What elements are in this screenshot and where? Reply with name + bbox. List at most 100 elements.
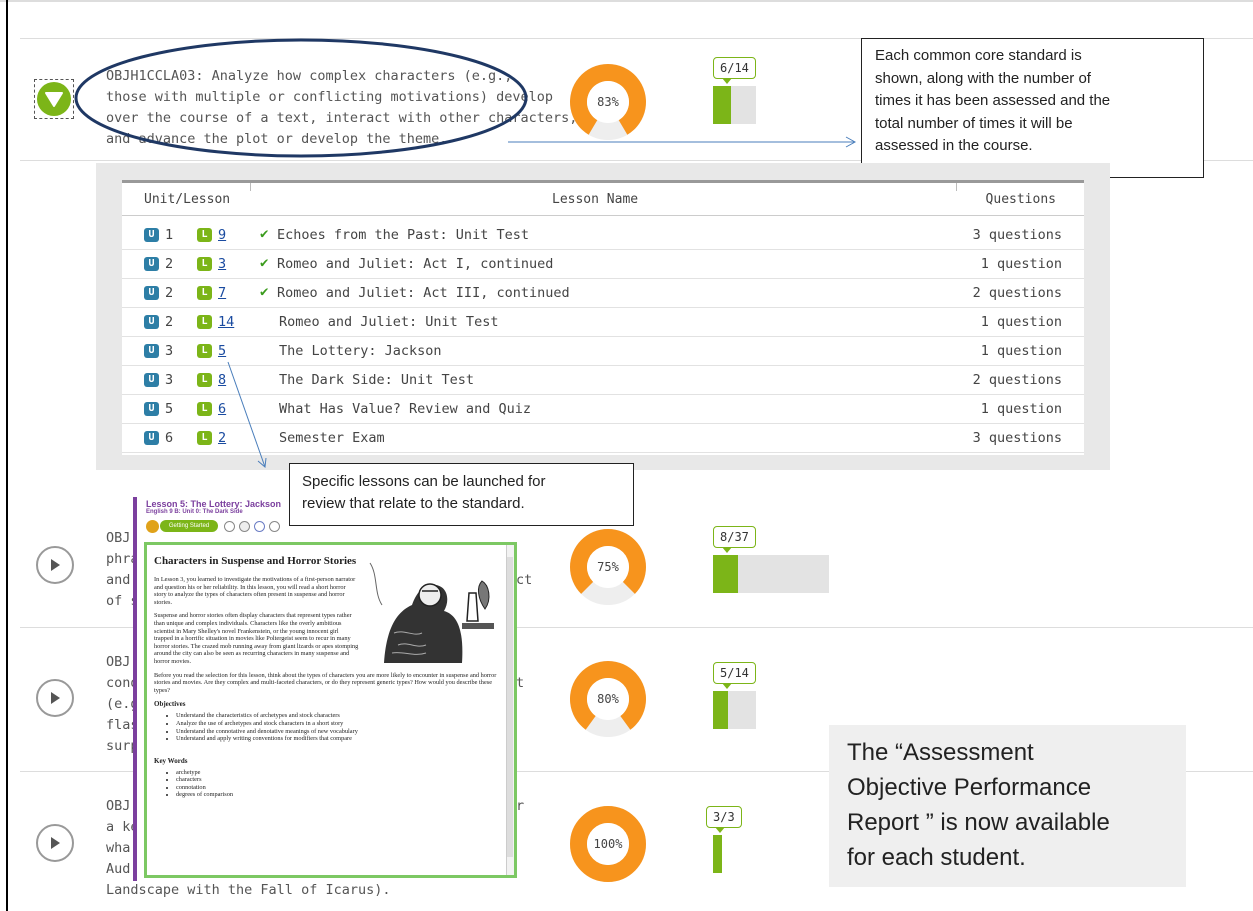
lesson-subtitle: English 9 B: Unit 0: The Dark Side [146, 509, 243, 515]
unit-badge: U [144, 344, 159, 358]
tab-icon[interactable] [239, 521, 250, 532]
checkmark-icon: ✔ [260, 255, 269, 271]
lesson-badge: L [197, 286, 212, 300]
expand-toggle-button[interactable] [36, 824, 74, 862]
objective-fragment: ct [516, 572, 533, 588]
unit-badge: U [144, 257, 159, 271]
unit-number: 2 [165, 256, 174, 272]
tab-icon[interactable] [254, 521, 265, 532]
header-divider [250, 183, 251, 191]
standard-callout: Each common core standard is shown, alon… [861, 38, 1204, 178]
question-count: 2 questions [972, 372, 1062, 388]
doc-objectives-heading: Objectives [154, 700, 186, 709]
lesson-badge: L [197, 373, 212, 387]
lesson-preview-window[interactable]: Lesson 5: The Lottery: Jackson English 9… [133, 497, 517, 881]
lesson-row[interactable]: U 1 L 9 ✔ Echoes from the Past: Unit Test 3 qu… [122, 221, 1084, 250]
doc-scrollbar[interactable] [506, 545, 514, 875]
bar-track [713, 835, 722, 873]
objective-item: Analyze the use of archetypes and stock … [176, 720, 503, 728]
unit-badge: U [144, 228, 159, 242]
doc-paragraph: Suspense and horror stories often displa… [154, 612, 359, 665]
highlight-ellipse [74, 38, 528, 158]
assessment-count: 8/37 [713, 526, 756, 553]
tab-icon[interactable] [269, 521, 280, 532]
callout-line: review that relate to the standard. [302, 495, 525, 512]
unit-number: 5 [165, 401, 174, 417]
unit-badge: U [144, 373, 159, 387]
score-percent: 83% [597, 95, 619, 109]
table-header: Unit/Lesson Lesson Name Questions [122, 183, 1084, 216]
header-questions: Questions [985, 192, 1056, 207]
play-icon [51, 837, 60, 849]
question-count: 3 questions [972, 430, 1062, 446]
expand-toggle-button[interactable] [36, 546, 74, 584]
question-count: 1 question [980, 314, 1062, 330]
lesson-name: Romeo and Juliet: Act III, continued [277, 285, 570, 301]
bar-fill [713, 555, 738, 593]
header-lesson-name: Lesson Name [552, 192, 639, 207]
lesson-name: The Lottery: Jackson [279, 343, 442, 359]
lesson-row[interactable]: U 5 L 6 What Has Value? Review and Quiz 1 que… [122, 395, 1084, 424]
lesson-arrow [227, 361, 267, 468]
question-count: 2 questions [972, 285, 1062, 301]
lesson-badge: L [197, 344, 212, 358]
unit-badge: U [144, 315, 159, 329]
tab-getting-started[interactable]: Getting Started [160, 520, 218, 532]
lesson-link[interactable]: 14 [218, 314, 234, 330]
lesson-badge: L [197, 431, 212, 445]
objective-item: Understand the connotative and denotativ… [176, 728, 503, 736]
lesson-row[interactable]: U 3 L 8 The Dark Side: Unit Test 2 questions [122, 366, 1084, 395]
unit-number: 1 [165, 227, 174, 243]
lesson-link[interactable]: 7 [218, 285, 226, 301]
callout-line: Specific lessons can be launched for [302, 473, 546, 490]
callout-line: times it has been assessed and the [875, 92, 1111, 109]
bar-fill [713, 835, 722, 873]
question-count: 1 question [980, 401, 1062, 417]
scroll-thumb[interactable] [507, 557, 513, 857]
expand-toggle-button[interactable] [34, 79, 74, 119]
lesson-link[interactable]: 5 [218, 343, 226, 359]
lesson-row[interactable]: U 2 L 14 Romeo and Juliet: Unit Test 1 questi… [122, 308, 1084, 337]
lesson-logo-icon [146, 520, 159, 533]
lesson-link[interactable]: 9 [218, 227, 226, 243]
score-gauge: 83% [568, 62, 648, 142]
lesson-row[interactable]: U 2 L 3 ✔ Romeo and Juliet: Act I, continued 1… [122, 250, 1084, 279]
lesson-badge: L [197, 315, 212, 329]
question-count: 1 question [980, 256, 1062, 272]
lesson-row[interactable]: U 6 L 2 Semester Exam 3 questions [122, 424, 1084, 453]
lesson-document[interactable]: Characters in Suspense and Horror Storie… [144, 542, 517, 878]
top-border [0, 0, 1253, 2]
lesson-link[interactable]: 8 [218, 372, 226, 388]
bar-track [713, 86, 756, 124]
callout-line: total number of times it will be [875, 114, 1073, 132]
lesson-link[interactable]: 6 [218, 401, 226, 417]
lesson-link[interactable]: 2 [218, 430, 226, 446]
header-divider [956, 183, 957, 191]
play-icon [51, 692, 60, 704]
lesson-row[interactable]: U 3 L 5 The Lottery: Jackson 1 question [122, 337, 1084, 366]
keyword-item: degrees of comparison [176, 791, 503, 799]
callout-line: Objective Performance [847, 774, 1092, 801]
question-count: 1 question [980, 343, 1062, 359]
tab-icon[interactable] [224, 521, 235, 532]
bar-track [713, 555, 829, 593]
checkmark-icon: ✔ [260, 226, 269, 242]
objective-item: Understand the characteristics of archet… [176, 712, 503, 720]
lesson-row[interactable]: U 2 L 7 ✔ Romeo and Juliet: Act III, continue… [122, 279, 1084, 308]
unit-badge: U [144, 286, 159, 300]
report-callout: The “Assessment Objective Performance Re… [829, 725, 1186, 887]
doc-title: Characters in Suspense and Horror Storie… [154, 555, 357, 567]
lesson-table: Unit/Lesson Lesson Name Questions U 1 L 9 ✔ E… [122, 180, 1084, 455]
callout-line: Report ” is now available [847, 809, 1110, 836]
play-icon [51, 559, 60, 571]
callout-line: shown, along with the number of [875, 69, 1091, 87]
doc-paragraph: In Lesson 3, you learned to investigate … [154, 576, 356, 606]
expand-toggle-button[interactable] [36, 679, 74, 717]
lesson-link[interactable]: 3 [218, 256, 226, 272]
lesson-badge: L [197, 402, 212, 416]
unit-number: 2 [165, 285, 174, 301]
objective-fragment: t [516, 675, 525, 691]
lesson-name: The Dark Side: Unit Test [279, 372, 475, 388]
objective-fragment: r [516, 798, 525, 814]
score-percent: 75% [597, 560, 619, 574]
